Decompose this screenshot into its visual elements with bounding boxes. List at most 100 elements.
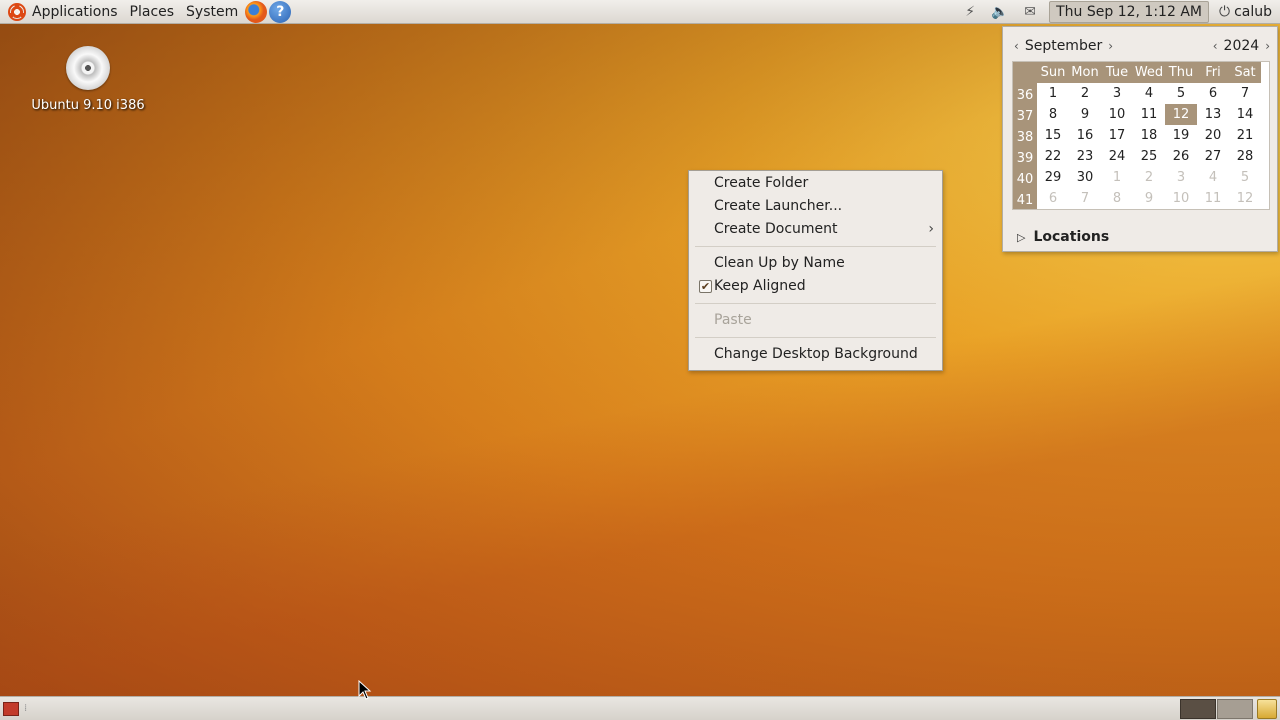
calendar-day-other-month[interactable]: 1 (1101, 167, 1133, 188)
calendar-day[interactable]: 2 (1069, 83, 1101, 104)
menu-item-keep-aligned[interactable]: ✔ Keep Aligned (689, 275, 942, 298)
day-header: Sun (1037, 62, 1069, 83)
calendar-day[interactable]: 4 (1133, 83, 1165, 104)
calendar-day[interactable]: 9 (1069, 104, 1101, 125)
mouse-cursor-icon (358, 680, 372, 700)
mail-icon[interactable]: ✉ (1021, 3, 1039, 21)
calendar-day-other-month[interactable]: 3 (1165, 167, 1197, 188)
menu-item-label: Create Folder (714, 175, 809, 191)
user-menu[interactable]: ⏻ calub (1213, 4, 1280, 20)
help-icon[interactable]: ? (269, 0, 292, 23)
day-header: Thu (1165, 62, 1197, 83)
menu-item-change-desktop-background[interactable]: Change Desktop Background (689, 343, 942, 366)
calendar-day[interactable]: 17 (1101, 125, 1133, 146)
calendar-day[interactable]: 18 (1133, 125, 1165, 146)
calendar-day[interactable]: 27 (1197, 146, 1229, 167)
calendar-day-other-month[interactable]: 12 (1229, 188, 1261, 209)
calendar-day[interactable]: 26 (1165, 146, 1197, 167)
calendar-day-other-month[interactable]: 7 (1069, 188, 1101, 209)
calendar-day[interactable]: 23 (1069, 146, 1101, 167)
submenu-arrow-icon: › (928, 221, 934, 237)
calendar-day[interactable]: 21 (1229, 125, 1261, 146)
menu-item-label: Keep Aligned (714, 278, 806, 294)
calendar-day[interactable]: 8 (1037, 104, 1069, 125)
firefox-icon[interactable] (245, 0, 268, 23)
system-menu-label: System (186, 3, 239, 20)
calendar-day-today[interactable]: 12 (1165, 104, 1197, 125)
network-icon[interactable]: ⚡ (961, 3, 979, 21)
month-selector: ‹ September › (1012, 38, 1115, 54)
calendar-day-header-row: Sun Mon Tue Wed Thu Fri Sat (1013, 62, 1269, 83)
menu-item-create-document[interactable]: Create Document › (689, 218, 942, 241)
calendar-day-other-month[interactable]: 6 (1037, 188, 1069, 209)
calendar-day[interactable]: 11 (1133, 104, 1165, 125)
clock[interactable]: Thu Sep 12, 1:12 AM (1049, 1, 1209, 23)
system-menu[interactable]: System (180, 0, 244, 24)
day-header: Wed (1133, 62, 1165, 83)
calendar-day-other-month[interactable]: 10 (1165, 188, 1197, 209)
bottom-panel: ⁞ (0, 696, 1280, 720)
calendar-day[interactable]: 20 (1197, 125, 1229, 146)
desktop-icon-cd[interactable]: Ubuntu 9.10 i386 (28, 46, 148, 113)
week-number: 37 (1013, 104, 1037, 125)
menu-item-label: Paste (714, 312, 752, 328)
top-panel: Applications Places System ? ⚡ 🔈 ✉ Thu S… (0, 0, 1280, 24)
week-number: 39 (1013, 146, 1037, 167)
calendar-day[interactable]: 14 (1229, 104, 1261, 125)
places-menu[interactable]: Places (124, 0, 181, 24)
calendar-day[interactable]: 7 (1229, 83, 1261, 104)
trash-icon[interactable] (1257, 699, 1277, 719)
menu-item-create-launcher[interactable]: Create Launcher... (689, 195, 942, 218)
menu-item-create-folder[interactable]: Create Folder (689, 172, 942, 195)
power-icon: ⏻ (1218, 4, 1231, 20)
calendar-day[interactable]: 16 (1069, 125, 1101, 146)
prev-year-icon[interactable]: ‹ (1211, 39, 1220, 53)
locations-expander[interactable]: ▷ Locations (1017, 229, 1109, 245)
calendar-day-other-month[interactable]: 11 (1197, 188, 1229, 209)
calendar-day[interactable]: 5 (1165, 83, 1197, 104)
calendar-day-other-month[interactable]: 8 (1101, 188, 1133, 209)
calendar-day[interactable]: 22 (1037, 146, 1069, 167)
calendar-day[interactable]: 29 (1037, 167, 1069, 188)
calendar: ‹ September › ‹ 2024 › Sun Mon Tue Wed T… (1012, 33, 1272, 245)
panel-handle[interactable]: ⁞ (24, 703, 27, 714)
calendar-day[interactable]: 6 (1197, 83, 1229, 104)
applications-menu[interactable]: Applications (0, 0, 124, 24)
calendar-day[interactable]: 13 (1197, 104, 1229, 125)
calendar-day[interactable]: 19 (1165, 125, 1197, 146)
week-number: 41 (1013, 188, 1037, 209)
menu-separator (695, 303, 936, 304)
calendar-day[interactable]: 1 (1037, 83, 1069, 104)
calendar-day-other-month[interactable]: 4 (1197, 167, 1229, 188)
calendar-week-row: 37 8 9 10 11 12 13 14 (1013, 104, 1269, 125)
day-header: Sat (1229, 62, 1261, 83)
calendar-day-other-month[interactable]: 2 (1133, 167, 1165, 188)
menu-item-clean-up-by-name[interactable]: Clean Up by Name (689, 252, 942, 275)
desktop-context-menu: Create Folder Create Launcher... Create … (688, 170, 943, 371)
menu-item-label: Clean Up by Name (714, 255, 845, 271)
calendar-day-other-month[interactable]: 9 (1133, 188, 1165, 209)
menu-separator (695, 246, 936, 247)
calendar-grid: Sun Mon Tue Wed Thu Fri Sat 3 6 1 2 3 4 5… (1012, 61, 1270, 210)
places-menu-label: Places (129, 3, 175, 20)
calendar-day[interactable]: 30 (1069, 167, 1101, 188)
workspace-2[interactable] (1217, 699, 1253, 719)
calendar-popup: ‹ September › ‹ 2024 › Sun Mon Tue Wed T… (1002, 26, 1278, 252)
workspace-1[interactable] (1180, 699, 1216, 719)
applications-menu-label: Applications (32, 3, 118, 20)
calendar-day[interactable]: 15 (1037, 125, 1069, 146)
calendar-week-row: 40 29 30 1 2 3 4 5 (1013, 167, 1269, 188)
show-desktop-icon[interactable] (3, 702, 19, 716)
next-year-icon[interactable]: › (1263, 39, 1272, 53)
prev-month-icon[interactable]: ‹ (1012, 39, 1021, 53)
calendar-day-other-month[interactable]: 5 (1229, 167, 1261, 188)
calendar-day[interactable]: 3 (1101, 83, 1133, 104)
notification-area: ⚡ 🔈 ✉ Thu Sep 12, 1:12 AM ⏻ calub (955, 0, 1280, 24)
calendar-day[interactable]: 24 (1101, 146, 1133, 167)
calendar-day[interactable]: 28 (1229, 146, 1261, 167)
week-number-header (1013, 62, 1037, 83)
volume-icon[interactable]: 🔈 (991, 3, 1009, 21)
next-month-icon[interactable]: › (1106, 39, 1115, 53)
calendar-day[interactable]: 10 (1101, 104, 1133, 125)
calendar-day[interactable]: 25 (1133, 146, 1165, 167)
